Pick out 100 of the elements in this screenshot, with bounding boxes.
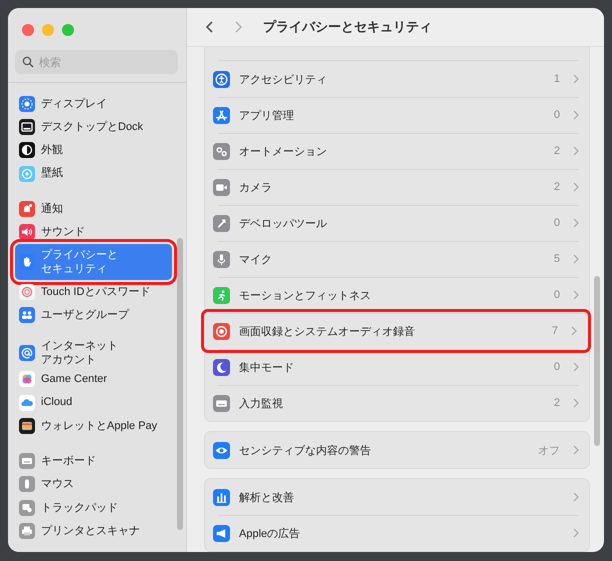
- sidebar-item[interactable]: キーボード: [15, 449, 172, 473]
- sidebar-item[interactable]: デスクトップとDock: [15, 115, 172, 139]
- zoom-button[interactable]: [62, 24, 74, 36]
- chevron-icon: [573, 182, 579, 192]
- sidebar-item[interactable]: 外観: [15, 138, 172, 162]
- row-label: デベロッパツール: [239, 216, 328, 230]
- row-value: オフ: [538, 444, 560, 458]
- chevron-icon: [573, 218, 579, 228]
- chevron-icon: [573, 492, 579, 502]
- settings-row[interactable]: センシティブな内容の警告 オフ: [213, 432, 579, 468]
- chevron-icon: [573, 254, 579, 264]
- hammer-icon: [213, 214, 230, 232]
- row-value: 7: [552, 325, 558, 337]
- settings-row[interactable]: 入力監視 2: [213, 385, 579, 421]
- scrollbar[interactable]: [177, 238, 183, 530]
- sidebar-item[interactable]: プリンタとスキャナ: [15, 519, 172, 543]
- settings-row[interactable]: カメラ 2: [213, 169, 579, 205]
- people-icon: [19, 307, 35, 324]
- row-value: 2: [554, 397, 560, 409]
- trackpad-icon: [19, 500, 35, 516]
- row-label: マイク: [239, 252, 273, 266]
- chevron-icon: [573, 290, 579, 300]
- wallet-icon: [19, 418, 35, 434]
- sidebar-item[interactable]: 壁紙: [15, 162, 172, 186]
- accessibility-icon: [213, 70, 230, 88]
- sidebar-item[interactable]: ユーザとグループ: [15, 304, 172, 327]
- half-circle-icon: [19, 142, 35, 158]
- bell-icon: [19, 200, 35, 217]
- row-value: 1: [554, 73, 560, 85]
- speaker-icon: [19, 224, 35, 240]
- row-label: アクセシビリティ: [239, 72, 328, 86]
- sidebar-item[interactable]: ウォレットとApple Pay: [15, 414, 172, 438]
- cloud-icon: [19, 394, 35, 410]
- fingerprint-icon: [19, 284, 35, 300]
- camera-icon: [213, 178, 230, 196]
- sidebar-item[interactable]: 通知: [15, 197, 172, 220]
- row-label: オートメーション: [239, 144, 328, 158]
- sun-icon: [19, 96, 35, 112]
- sidebar-item[interactable]: ディスプレイ: [15, 92, 172, 116]
- megaphone-icon: [213, 524, 230, 542]
- sidebar-item[interactable]: Touch IDとパスワード: [15, 280, 172, 304]
- moon-icon: [213, 358, 230, 376]
- row-value: 2: [554, 181, 560, 193]
- row-value: 2: [554, 145, 560, 157]
- sidebar-item[interactable]: インターネットアカウント: [15, 338, 172, 368]
- search-field[interactable]: 検索: [15, 50, 178, 74]
- scrollbar[interactable]: [594, 276, 600, 446]
- sidebar-item[interactable]: トラックパッド: [15, 496, 172, 520]
- settings-row[interactable]: アクセシビリティ 1: [213, 61, 579, 97]
- eye-icon: [213, 442, 230, 458]
- chevron-icon: [573, 146, 579, 156]
- chevron-icon: [573, 398, 579, 408]
- settings-row[interactable]: モーションとフィットネス 0: [213, 277, 579, 313]
- settings-row[interactable]: 解析と改善: [213, 479, 579, 515]
- colorful-circles-icon: [19, 371, 35, 388]
- record-icon: [213, 322, 230, 340]
- row-value: 5: [554, 253, 560, 265]
- row-value: 0: [554, 361, 560, 373]
- window-title: プライバシーとセキュリティ: [263, 18, 432, 36]
- row-label: センシティブな内容の警告: [239, 444, 372, 458]
- chevron-icon: [571, 326, 577, 336]
- app-store-icon: [213, 106, 230, 124]
- flower-icon: [19, 166, 35, 182]
- settings-row[interactable]: 集中モード 0: [213, 349, 579, 385]
- keyboard-icon: [213, 394, 230, 412]
- row-label: 集中モード: [239, 360, 295, 374]
- hand-icon: [19, 254, 35, 270]
- settings-row[interactable]: 画面収録とシステムオーディオ録音 7: [205, 313, 587, 349]
- settings-row[interactable]: アプリ管理 0: [213, 97, 579, 133]
- sidebar-item[interactable]: iCloud: [15, 390, 172, 414]
- mouse-icon: [19, 476, 35, 492]
- settings-row[interactable]: デベロッパツール 0: [213, 205, 579, 241]
- settings-row[interactable]: オートメーション 2: [213, 133, 579, 169]
- chevron-icon: [573, 445, 579, 455]
- bar-chart-icon: [213, 488, 230, 506]
- row-value: 0: [554, 109, 560, 121]
- sidebar-item[interactable]: サウンド: [15, 220, 172, 244]
- sidebar-item[interactable]: マウス: [15, 472, 172, 496]
- settings-row[interactable]: マイク 5: [213, 241, 579, 277]
- settings-row[interactable]: Appleの広告: [213, 515, 579, 551]
- minimize-button[interactable]: [42, 24, 54, 36]
- keyboard-icon: [19, 453, 35, 470]
- sidebar-item[interactable]: Game Center: [15, 368, 172, 391]
- at-sign-icon: [19, 345, 35, 362]
- row-label: Appleの広告: [239, 526, 302, 540]
- printer-icon: [19, 522, 35, 539]
- row-value: 0: [554, 217, 560, 229]
- row-label: アプリ管理: [239, 108, 295, 122]
- close-button[interactable]: [22, 24, 34, 36]
- row-label: モーションとフィットネス: [239, 288, 372, 302]
- chevron-icon: [573, 110, 579, 120]
- monitor-icon: [19, 118, 35, 135]
- row-value: 0: [554, 289, 560, 301]
- row-label: 解析と改善: [239, 490, 295, 504]
- chevron-icon: [573, 362, 579, 372]
- microphone-icon: [213, 250, 230, 268]
- chevron-icon: [573, 528, 579, 538]
- sidebar-item[interactable]: プライバシーとセキュリティ: [15, 244, 172, 280]
- gears-icon: [213, 142, 230, 160]
- row-label: 画面収録とシステムオーディオ録音: [239, 324, 416, 338]
